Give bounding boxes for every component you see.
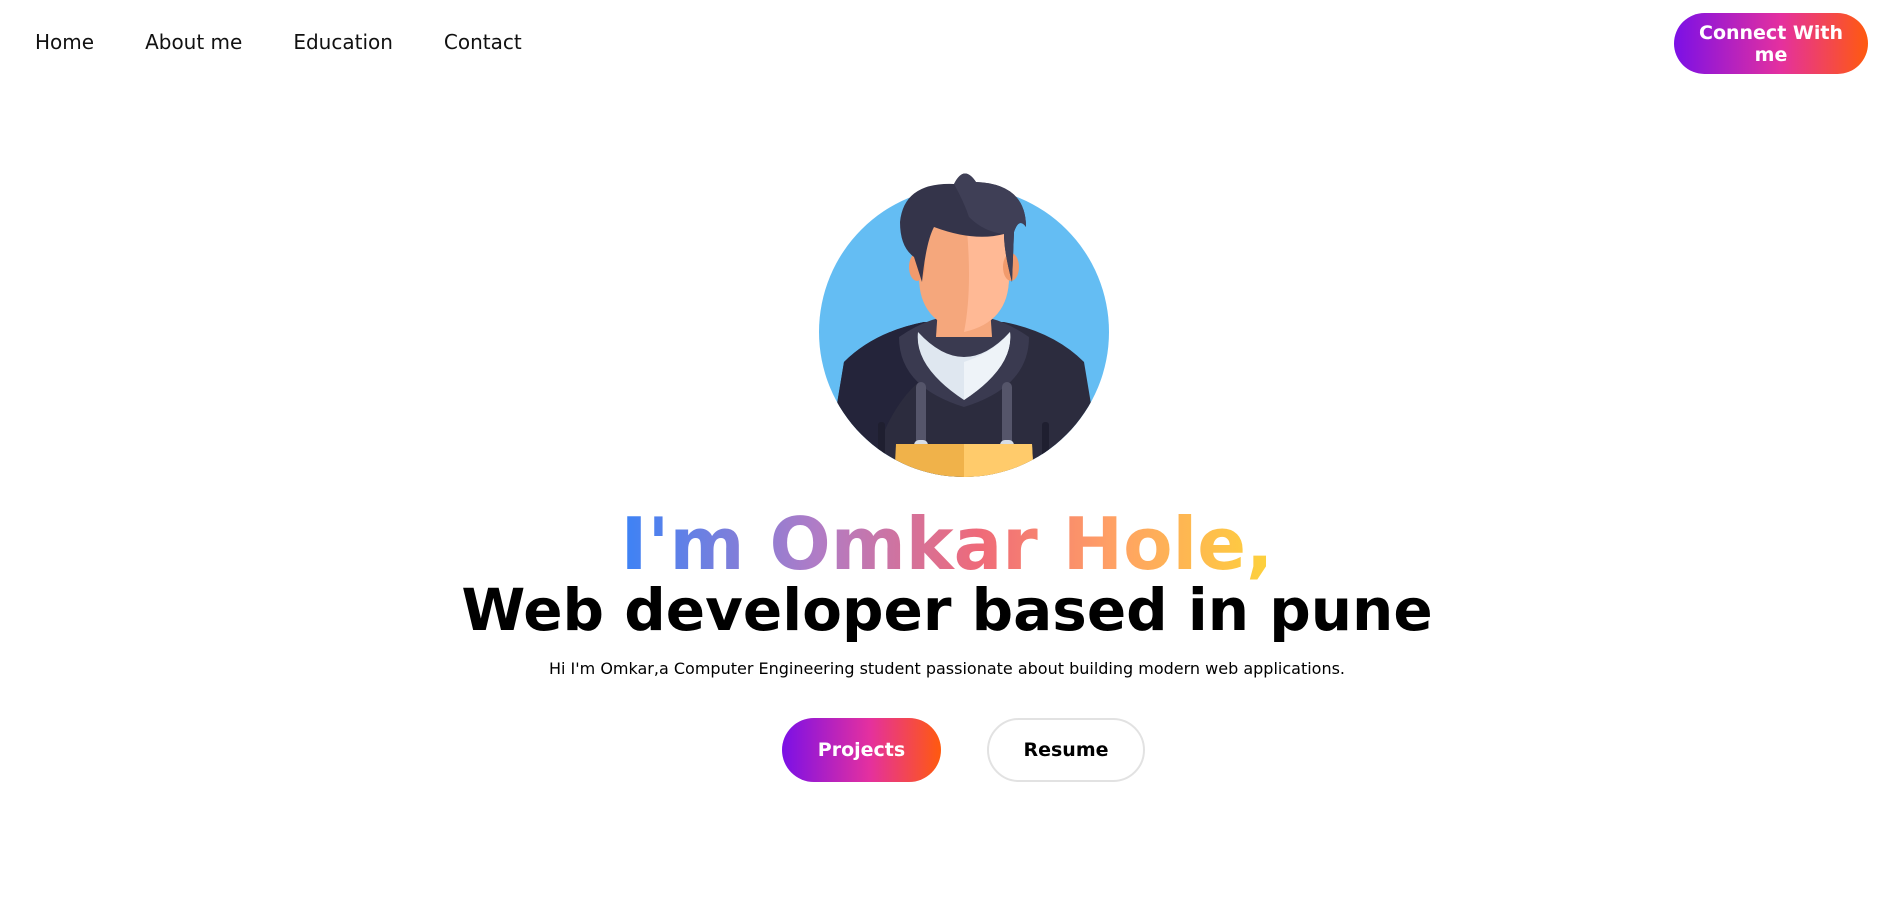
hero-subtitle: Web developer based in pune xyxy=(461,576,1433,644)
top-navigation: Home About me Education Contact Connect … xyxy=(0,0,1894,88)
nav-link-contact[interactable]: Contact xyxy=(444,30,522,54)
nav-link-about-me[interactable]: About me xyxy=(145,30,242,54)
resume-button[interactable]: Resume xyxy=(987,718,1145,782)
nav-link-home[interactable]: Home xyxy=(35,30,94,54)
connect-with-me-button[interactable]: Connect With me xyxy=(1674,13,1868,74)
hero-title-text: I'm Omkar Hole, xyxy=(620,502,1274,586)
projects-button[interactable]: Projects xyxy=(782,718,941,782)
nav-links: Home About me Education Contact xyxy=(35,30,573,54)
hero-intro: Hi I'm Omkar,a Computer Engineering stud… xyxy=(548,659,1346,678)
developer-avatar-icon xyxy=(814,172,1114,482)
nav-link-education[interactable]: Education xyxy=(293,30,393,54)
